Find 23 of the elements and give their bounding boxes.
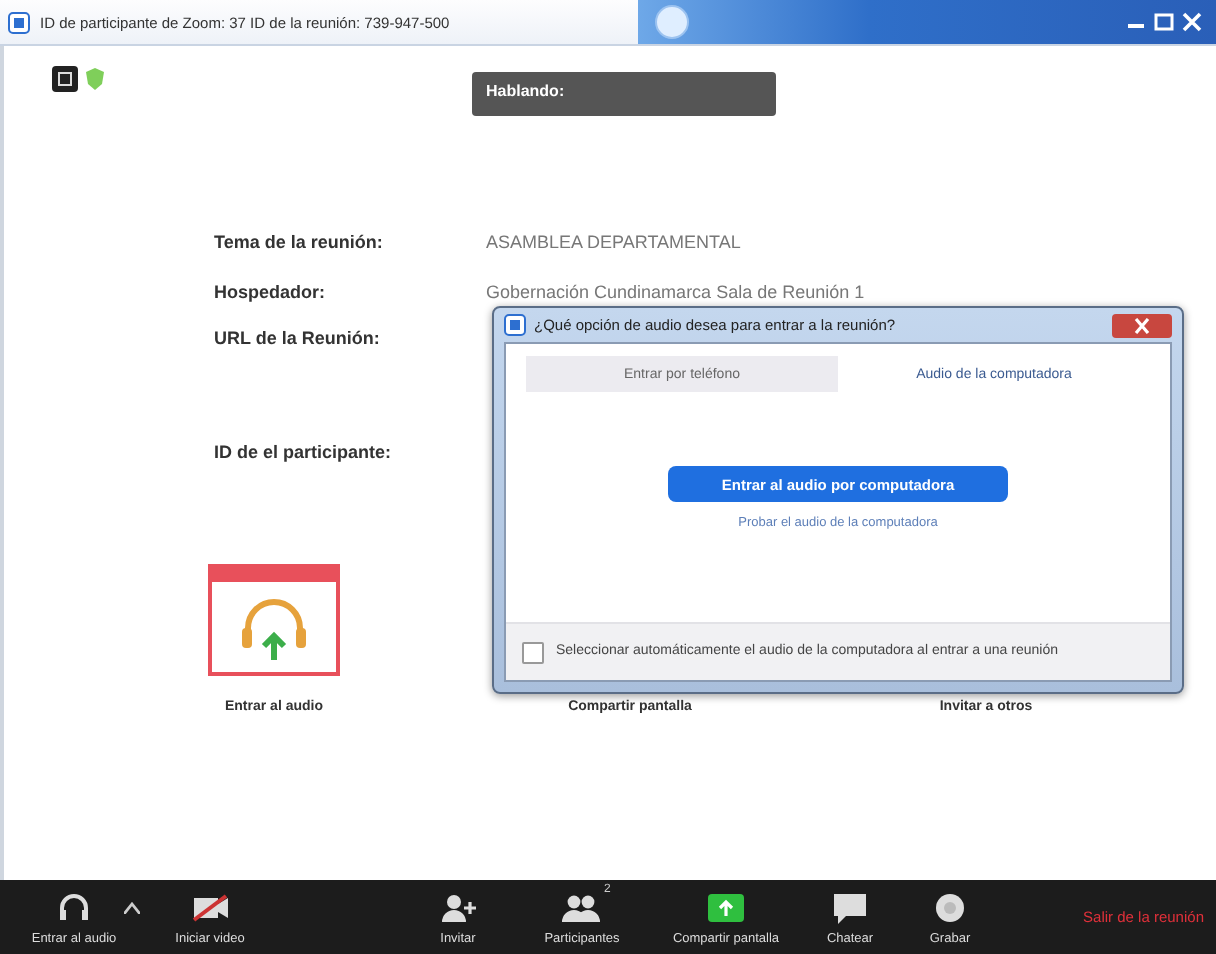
info-value: ASAMBLEA DEPARTAMENTAL	[486, 231, 741, 251]
info-label: Hospedador:	[214, 281, 328, 301]
speaking-tooltip: Hablando:	[472, 72, 776, 116]
info-label: Tema de la reunión:	[214, 231, 385, 251]
app-icon	[504, 314, 526, 336]
record-icon	[930, 889, 970, 925]
share-screen-icon	[706, 889, 746, 925]
speech-bubble-icon	[830, 889, 870, 925]
add-person-icon	[438, 889, 478, 925]
close-button[interactable]	[1112, 313, 1172, 337]
app-icon	[8, 11, 30, 33]
info-value: Gobernación Cundinamarca Sala de Reunión 1	[486, 281, 865, 301]
headphones-icon	[54, 889, 94, 925]
close-icon[interactable]	[1180, 12, 1204, 32]
maximize-icon[interactable]	[1152, 12, 1176, 32]
info-label: URL de la Reunión:	[214, 328, 382, 348]
circle-icon	[654, 4, 690, 40]
headphones-window-icon[interactable]	[208, 564, 340, 676]
close-icon	[1132, 317, 1152, 333]
checkbox[interactable]	[522, 641, 544, 663]
camera-off-icon	[190, 889, 230, 925]
caret-up-icon[interactable]	[124, 901, 140, 913]
info-label: ID de el participante:	[214, 441, 394, 461]
